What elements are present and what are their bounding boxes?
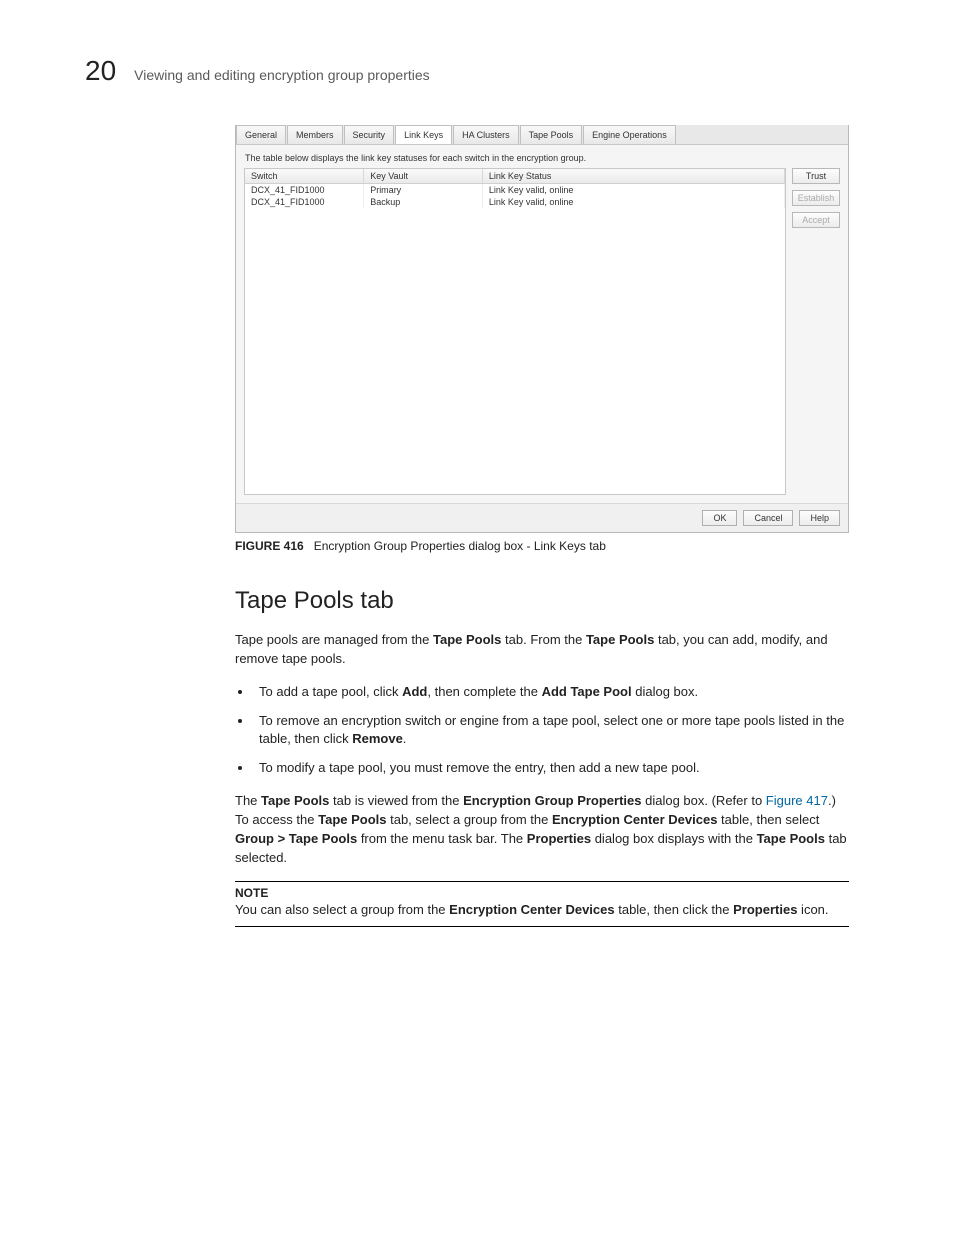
page-number: 20 (85, 55, 116, 87)
cell-link-key-status: Link Key valid, online (482, 184, 784, 197)
list-item: To modify a tape pool, you must remove t… (253, 759, 849, 778)
column-header-link-key-status[interactable]: Link Key Status (482, 169, 784, 184)
tab-members[interactable]: Members (287, 125, 343, 144)
figure-caption-text: Encryption Group Properties dialog box -… (314, 539, 606, 553)
cancel-button[interactable]: Cancel (743, 510, 793, 526)
note-block: NOTE You can also select a group from th… (235, 881, 849, 927)
accept-button[interactable]: Accept (792, 212, 840, 228)
figure-caption: FIGURE 416 Encryption Group Properties d… (235, 539, 849, 553)
ok-button[interactable]: OK (702, 510, 737, 526)
section-heading: Tape Pools tab (235, 587, 849, 615)
cell-link-key-status: Link Key valid, online (482, 196, 784, 208)
tab-link-keys[interactable]: Link Keys (395, 125, 452, 144)
tab-tape-pools[interactable]: Tape Pools (520, 125, 583, 144)
table-row[interactable]: DCX_41_FID1000 Primary Link Key valid, o… (245, 184, 785, 197)
figure-417-link[interactable]: Figure 417 (766, 793, 828, 808)
cell-key-vault: Primary (364, 184, 483, 197)
column-header-switch[interactable]: Switch (245, 169, 364, 184)
running-title: Viewing and editing encryption group pro… (134, 67, 430, 83)
tab-security[interactable]: Security (344, 125, 395, 144)
list-item: To remove an encryption switch or engine… (253, 712, 849, 750)
column-header-key-vault[interactable]: Key Vault (364, 169, 483, 184)
link-keys-table[interactable]: Switch Key Vault Link Key Status DCX_41_… (244, 168, 786, 495)
intro-paragraph: Tape pools are managed from the Tape Poo… (235, 631, 849, 669)
cell-switch: DCX_41_FID1000 (245, 196, 364, 208)
page-header: 20 Viewing and editing encryption group … (85, 55, 879, 87)
note-text: You can also select a group from the Enc… (235, 901, 849, 920)
cell-switch: DCX_41_FID1000 (245, 184, 364, 197)
trust-button[interactable]: Trust (792, 168, 840, 184)
figure-label: FIGURE 416 (235, 539, 304, 553)
access-paragraph: The Tape Pools tab is viewed from the En… (235, 792, 849, 867)
tab-engine-operations[interactable]: Engine Operations (583, 125, 676, 144)
dialog-tabs: General Members Security Link Keys HA Cl… (236, 125, 848, 145)
list-item: To add a tape pool, click Add, then comp… (253, 683, 849, 702)
tab-ha-clusters[interactable]: HA Clusters (453, 125, 519, 144)
table-description: The table below displays the link key st… (245, 153, 840, 163)
table-row[interactable]: DCX_41_FID1000 Backup Link Key valid, on… (245, 196, 785, 208)
help-button[interactable]: Help (799, 510, 840, 526)
cell-key-vault: Backup (364, 196, 483, 208)
bullet-list: To add a tape pool, click Add, then comp… (235, 683, 849, 778)
tab-general[interactable]: General (236, 125, 286, 144)
encryption-group-properties-dialog: General Members Security Link Keys HA Cl… (235, 125, 849, 533)
establish-button[interactable]: Establish (792, 190, 840, 206)
note-label: NOTE (235, 886, 849, 900)
